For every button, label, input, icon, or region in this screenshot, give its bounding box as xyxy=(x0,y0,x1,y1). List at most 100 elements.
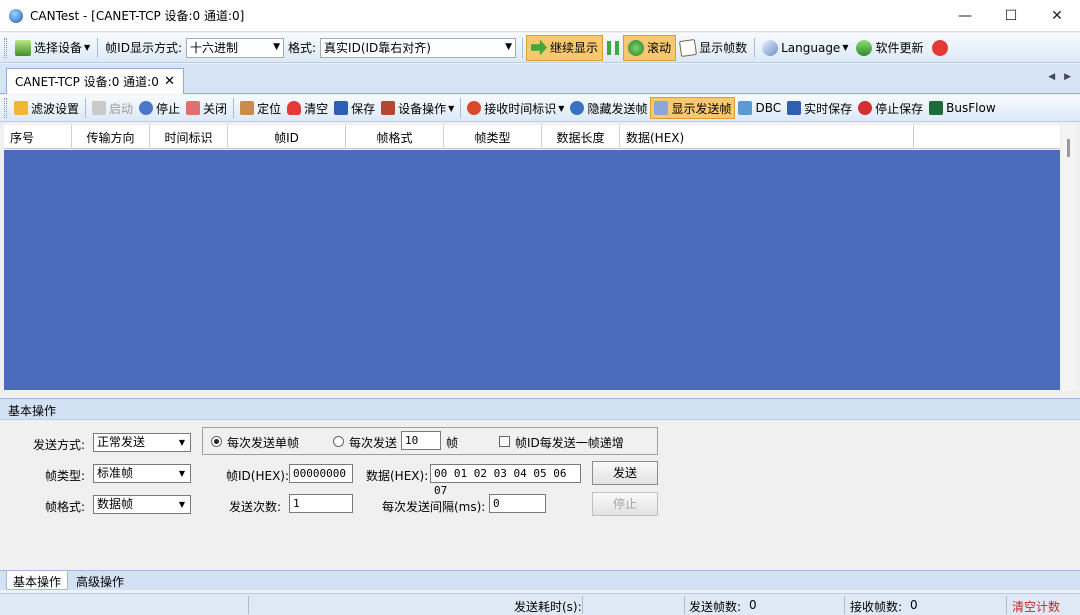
send-mode-select[interactable]: 正常发送 ▼ xyxy=(93,433,191,452)
device-icon xyxy=(15,39,31,56)
app-icon xyxy=(9,8,23,23)
data-input[interactable]: 00 01 02 03 04 05 06 07 xyxy=(430,464,581,497)
show-icon xyxy=(654,101,669,115)
stop-save-icon xyxy=(858,101,873,115)
device-ops-button[interactable]: 设备操作 ▼ xyxy=(378,97,457,119)
frame-type-select[interactable]: 标准帧 ▼ xyxy=(93,464,191,483)
column-header[interactable]: 帧ID xyxy=(228,125,346,149)
window-controls: — ☐ ✕ xyxy=(942,0,1080,32)
single-frame-radio[interactable] xyxy=(211,436,222,447)
stop-icon xyxy=(139,101,154,115)
language-button[interactable]: Language ▼ xyxy=(758,35,852,61)
clear-icon xyxy=(287,101,302,115)
clear-button[interactable]: 清空 xyxy=(284,97,331,119)
status-divider xyxy=(684,596,685,614)
status-divider xyxy=(844,596,845,614)
main-toolbar: 选择设备 ▼ 帧ID显示方式: 十六进制 ▼ 格式: 真实ID(ID靠右对齐) ▼ 继… xyxy=(0,33,1080,63)
toolbox-icon xyxy=(381,101,396,115)
recv-time-mark-button[interactable]: 接收时间标识 ▼ xyxy=(464,97,567,119)
recv-frames-value: 0 xyxy=(910,598,918,612)
multi-frame-label: 每次发送 xyxy=(349,436,398,450)
dropdown-arrow-icon: ▼ xyxy=(558,103,565,113)
column-header[interactable]: 时间标识 xyxy=(150,125,228,149)
start-button[interactable]: 启动 xyxy=(89,97,136,119)
dbc-button[interactable]: DBC xyxy=(735,97,784,119)
scroll-icon xyxy=(628,39,645,56)
select-device-button[interactable]: 选择设备 ▼ xyxy=(11,35,94,61)
frame-format-label: 帧格式: xyxy=(45,500,86,514)
chevron-down-icon: ▼ xyxy=(178,438,186,447)
tab-scroll-icon[interactable]: ◀ ▶ xyxy=(1048,72,1074,82)
window-title: CANTest - [CANET-TCP 设备:0 通道:0] xyxy=(30,9,245,23)
column-header[interactable]: 序号 xyxy=(4,125,72,149)
toolbar-grip[interactable] xyxy=(4,98,7,118)
save-icon xyxy=(334,101,349,115)
close-button[interactable]: ✕ xyxy=(1034,0,1080,32)
send-count-input[interactable]: 1 xyxy=(289,494,353,513)
pause-button[interactable] xyxy=(603,35,623,61)
hide-send-frames-button[interactable]: 隐藏发送帧 xyxy=(567,97,650,119)
filter-settings-button[interactable]: 滤波设置 xyxy=(11,97,82,119)
status-divider xyxy=(582,596,583,614)
column-header[interactable]: 数据(HEX) xyxy=(620,125,914,149)
send-time-label: 发送耗时(s): xyxy=(514,600,582,614)
status-bar: 发送耗时(s): 发送帧数: 0 接收帧数: 0 清空计数 xyxy=(0,593,1080,615)
id-increment-checkbox[interactable] xyxy=(499,436,510,447)
toolbar-separator xyxy=(233,98,235,118)
column-header[interactable]: 帧格式 xyxy=(346,125,444,149)
tab-canet-tcp[interactable]: CANET-TCP 设备:0 通道:0 ✕ xyxy=(6,68,184,94)
maximize-button[interactable]: ☐ xyxy=(988,0,1034,32)
frame-id-mode-select[interactable]: 十六进制 ▼ xyxy=(186,37,284,58)
frame-format-select[interactable]: 数据帧 ▼ xyxy=(93,495,191,514)
stop-button[interactable]: 停止 xyxy=(136,97,183,119)
format-label: 格式: xyxy=(288,41,317,55)
column-header[interactable]: 传输方向 xyxy=(72,125,150,149)
arrow-right-icon xyxy=(531,39,548,56)
document-icon xyxy=(679,38,698,57)
close-device-button[interactable]: 关闭 xyxy=(183,97,230,119)
chevron-down-icon: ▼ xyxy=(505,41,513,52)
busflow-button[interactable]: BusFlow xyxy=(926,97,998,119)
locate-button[interactable]: 定位 xyxy=(237,97,284,119)
stop-save-button[interactable]: 停止保存 xyxy=(855,97,926,119)
locate-icon xyxy=(240,101,255,115)
send-button[interactable]: 发送 xyxy=(592,461,658,485)
globe-icon xyxy=(762,39,779,56)
panel-title: 基本操作 xyxy=(0,398,1080,420)
scroll-button[interactable]: 滚动 xyxy=(623,34,677,61)
start-icon xyxy=(92,101,107,115)
help-icon xyxy=(931,39,948,56)
toolbar-separator xyxy=(97,37,99,58)
format-select[interactable]: 真实ID(ID靠右对齐) ▼ xyxy=(320,37,517,58)
stop-send-button[interactable]: 停止 xyxy=(592,492,658,516)
realtime-save-button[interactable]: 实时保存 xyxy=(784,97,855,119)
save-button[interactable]: 保存 xyxy=(331,97,378,119)
frame-grid-body[interactable] xyxy=(4,150,1060,390)
show-send-frames-button[interactable]: 显示发送帧 xyxy=(650,97,736,119)
toolbar-grip[interactable] xyxy=(4,37,7,58)
multi-frame-radio[interactable] xyxy=(333,436,344,447)
send-frames-label: 发送帧数: xyxy=(689,600,742,614)
title-bar: CANTest - [CANET-TCP 设备:0 通道:0] — ☐ ✕ xyxy=(0,0,1080,32)
toolbar-separator xyxy=(754,37,756,58)
tab-basic-operations[interactable]: 基本操作 xyxy=(6,571,69,590)
software-update-button[interactable]: 软件更新 xyxy=(852,35,927,61)
column-header[interactable]: 帧类型 xyxy=(444,125,542,149)
continue-display-button[interactable]: 继续显示 xyxy=(526,34,604,61)
filter-icon xyxy=(14,101,28,115)
scrollbar-thumb[interactable] xyxy=(1067,139,1070,157)
show-frame-count-button[interactable]: 显示帧数 xyxy=(676,35,751,61)
toolbar-separator xyxy=(522,37,524,58)
status-divider xyxy=(248,596,249,614)
frame-id-input[interactable]: 00000000 xyxy=(289,464,353,483)
grid-scrollbar[interactable] xyxy=(1062,125,1076,390)
multi-count-input[interactable]: 10 xyxy=(401,431,441,450)
column-header[interactable]: 数据长度 xyxy=(542,125,620,149)
interval-input[interactable]: 0 xyxy=(489,494,546,513)
tab-advanced-operations[interactable]: 高级操作 xyxy=(70,571,130,590)
help-button[interactable] xyxy=(928,35,955,61)
data-label: 数据(HEX): xyxy=(366,469,429,483)
clear-count-link[interactable]: 清空计数 xyxy=(1012,598,1060,615)
minimize-button[interactable]: — xyxy=(942,0,988,32)
close-tab-icon[interactable]: ✕ xyxy=(164,74,175,89)
